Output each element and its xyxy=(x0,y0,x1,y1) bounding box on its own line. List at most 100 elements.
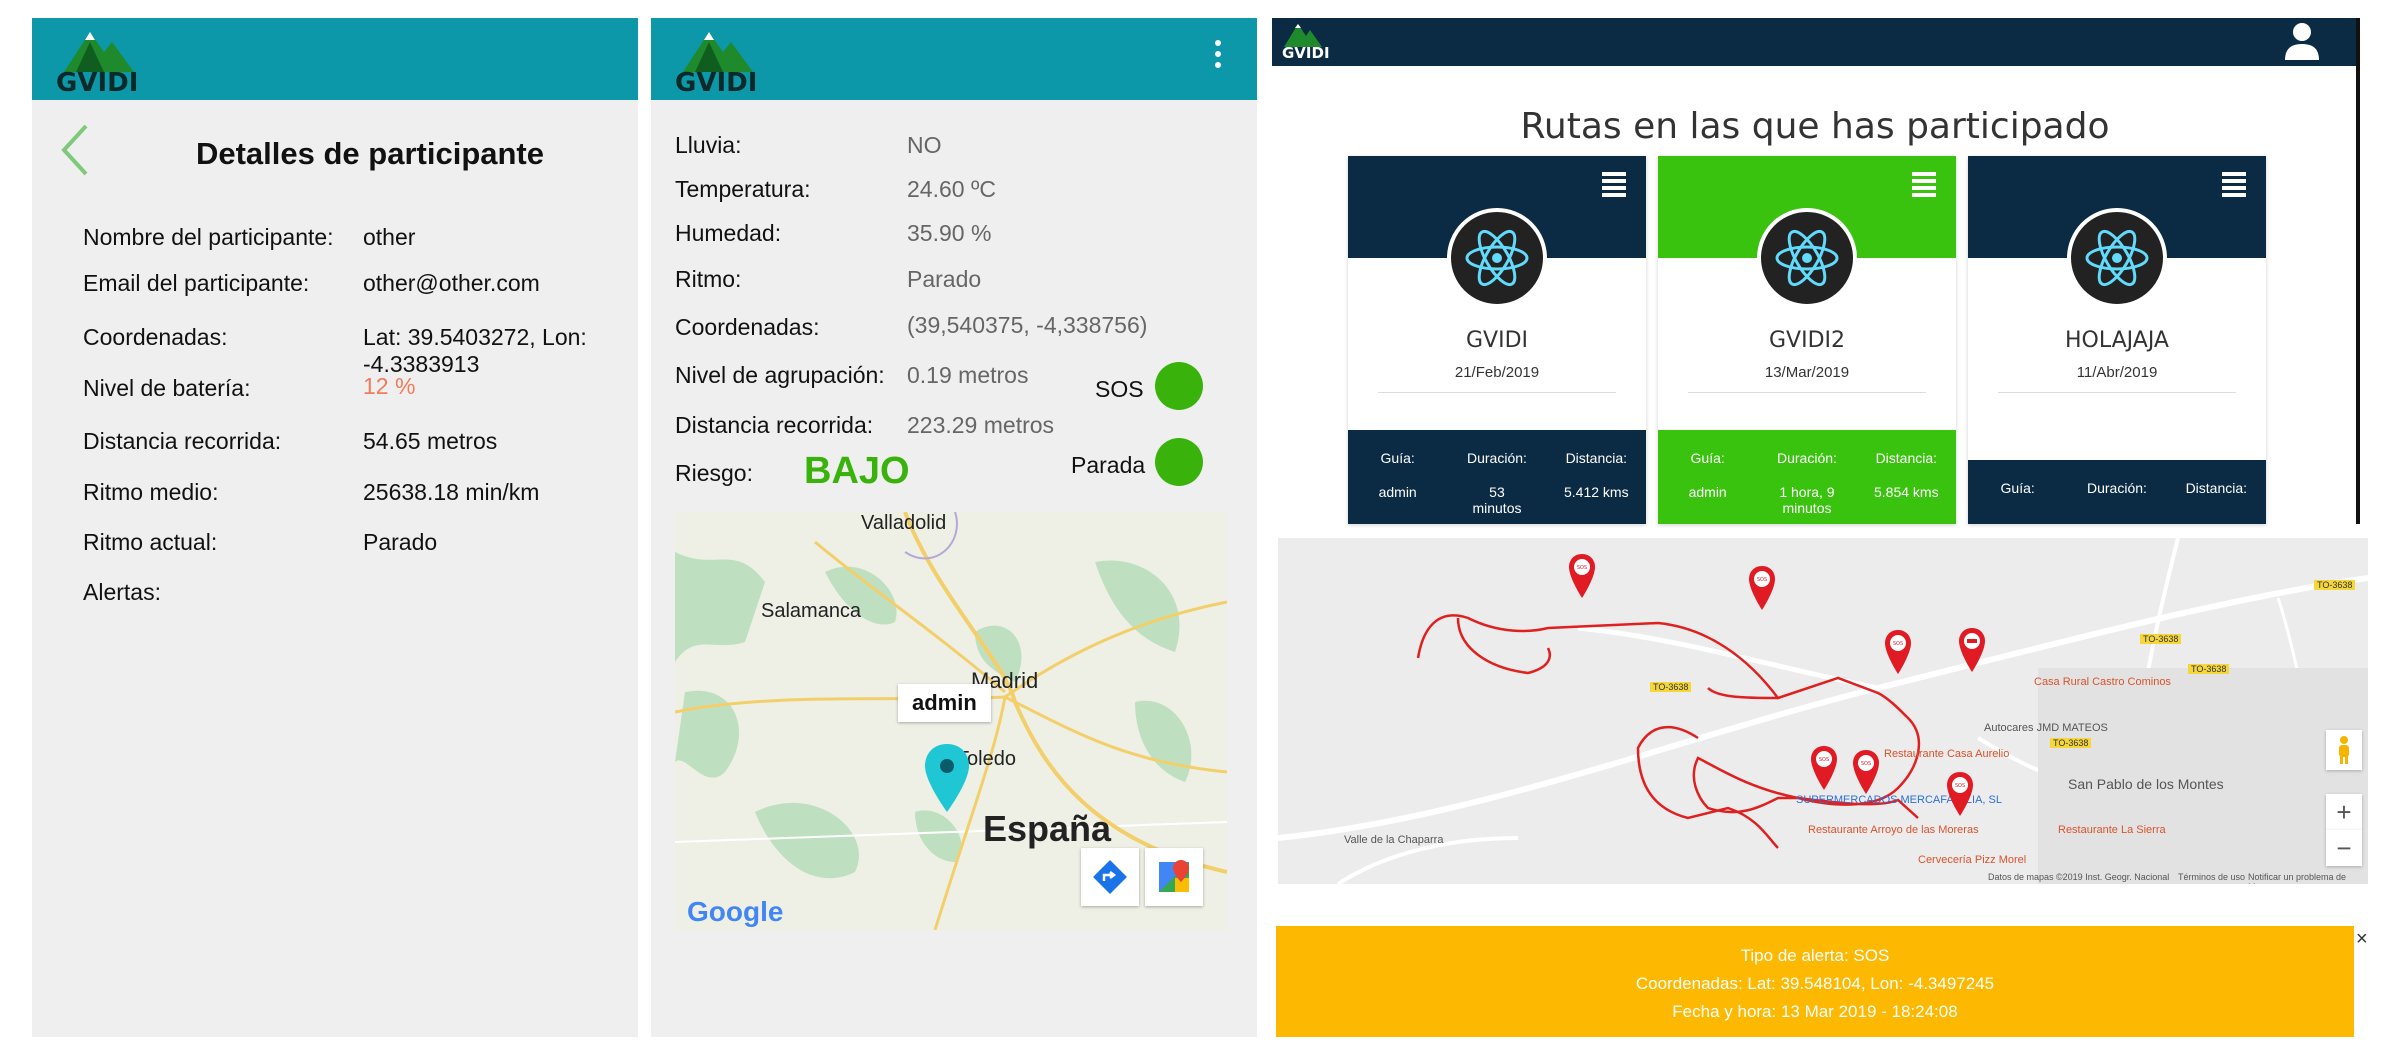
humidity-label: Humedad: xyxy=(675,220,782,246)
coords-label: Coordenadas: xyxy=(675,314,820,340)
name-value: other xyxy=(363,224,416,250)
page-title: Detalles de participante xyxy=(195,136,544,171)
rain-value: NO xyxy=(907,132,942,158)
route-card[interactable]: GVIDI 21/Feb/2019 Guía: Duración: Distan… xyxy=(1348,156,1646,524)
route-name: GVIDI2 xyxy=(1768,328,1845,353)
distance-label: Distancia: xyxy=(1875,450,1938,466)
hamburger-icon[interactable] xyxy=(2222,172,2246,198)
route-date: 13/Mar/2019 xyxy=(1764,364,1850,381)
mountain-icon xyxy=(683,32,753,72)
card-footer: Guía: Duración: Distancia: admin 53 minu… xyxy=(1348,430,1646,524)
react-logo-icon xyxy=(2067,208,2167,308)
kebab-menu-icon[interactable] xyxy=(1215,40,1223,76)
temp-label: Temperatura: xyxy=(675,176,811,202)
participant-details-screen: GVIDI Detalles de participante Nombre de… xyxy=(32,18,638,1037)
name-label: Nombre del participante: xyxy=(83,224,334,250)
distance-value: 5.412 kms xyxy=(1564,484,1629,500)
open-maps-button[interactable] xyxy=(1145,848,1203,906)
duration-line-2: minutos xyxy=(1782,500,1832,516)
gvidi-logo-small[interactable]: GVIDI xyxy=(1278,20,1338,64)
temp-value: 24.60 ºC xyxy=(907,176,996,202)
coords-label: Coordenadas: xyxy=(83,324,228,350)
alerts-label: Alertas: xyxy=(83,579,161,605)
web-dashboard: GVIDI Rutas en las que has participado G… xyxy=(1272,18,2372,1037)
user-icon[interactable] xyxy=(2282,20,2322,60)
risk-label: Riesgo: xyxy=(675,460,753,486)
road-label: TO-3638 xyxy=(2314,580,2356,590)
hamburger-icon[interactable] xyxy=(1602,172,1626,198)
directions-button[interactable] xyxy=(1081,848,1139,906)
coords-line-1: Lat: 39.5403272, Lon: xyxy=(363,324,587,350)
road-label: TO-3638 xyxy=(2050,738,2092,748)
distance-label: Distancia: xyxy=(2185,480,2248,496)
sos-pin-icon[interactable]: SOS xyxy=(1568,554,1596,600)
react-logo-icon xyxy=(1447,208,1547,308)
city-valladolid: Valladolid xyxy=(861,512,947,534)
distance-value: 223.29 metros xyxy=(907,412,1055,438)
route-date: 21/Feb/2019 xyxy=(1454,364,1540,381)
guide-label: Guía: xyxy=(1380,450,1415,466)
guide-value: admin xyxy=(1378,484,1417,500)
cur-pace-value: Parado xyxy=(363,529,438,555)
road-label: TO-3638 xyxy=(2140,634,2182,644)
window-edge xyxy=(2356,18,2360,524)
sos-pin-icon[interactable]: SOS xyxy=(1884,630,1912,676)
hamburger-icon[interactable] xyxy=(1912,172,1936,198)
app-header: GVIDI xyxy=(32,18,638,100)
close-icon[interactable]: × xyxy=(2356,928,2368,951)
route-card[interactable]: GVIDI2 13/Mar/2019 Guía: Duración: Dista… xyxy=(1658,156,1956,524)
city-salamanca: Salamanca xyxy=(761,600,862,622)
google-maps-icon xyxy=(1159,860,1189,892)
card-footer: Guía: Duración: Distancia: admin 1 hora,… xyxy=(1658,430,1956,524)
pin-label: SOS xyxy=(1819,757,1829,763)
gvidi-logo[interactable]: GVIDI xyxy=(675,24,785,98)
country-label: España xyxy=(983,808,1112,849)
pegman-icon[interactable] xyxy=(2326,730,2362,770)
cur-pace-label: Ritmo actual: xyxy=(83,529,218,555)
mountain-icon xyxy=(64,32,134,72)
route-map[interactable]: Valladolid Salamanca Madrid Toledo Españ… xyxy=(675,512,1227,930)
place-label: Autocares JMD MATEOS xyxy=(1984,722,2108,734)
page-title: Rutas en las que has participado xyxy=(1520,106,2110,147)
pace-value: Parado xyxy=(907,266,982,292)
sos-pin-icon[interactable]: SOS xyxy=(1748,566,1776,612)
place-label: Restaurante Casa Aurelio xyxy=(1884,748,2010,760)
sos-pin-icon[interactable]: SOS xyxy=(1946,772,1974,818)
alert-banner: Tipo de alerta: SOS Coordenadas: Lat: 39… xyxy=(1276,926,2354,1037)
divider xyxy=(1378,392,1616,393)
route-map[interactable]: Casa Rural Castro Cominos Autocares JMD … xyxy=(1278,538,2368,884)
route-status-screen: GVIDI Lluvia: NO Temperatura: 24.60 ºC H… xyxy=(651,18,1257,1037)
duration-label: Duración: xyxy=(1777,450,1837,466)
alert-datetime: Fecha y hora: 13 Mar 2019 - 18:24:08 xyxy=(1672,1002,1958,1021)
email-label: Email del participante: xyxy=(83,270,310,296)
duration-value: 1 hora, 9 minutos xyxy=(1757,484,1856,516)
sos-label: SOS xyxy=(1095,376,1144,402)
pin-label: SOS xyxy=(1861,761,1871,767)
road-label: TO-3638 xyxy=(2188,664,2230,674)
gvidi-logo[interactable]: GVIDI xyxy=(56,24,166,98)
battery-value: 12 % xyxy=(363,373,416,399)
pin-label: SOS xyxy=(1577,565,1587,571)
sos-indicator xyxy=(1155,362,1203,410)
stopped-label: Parada xyxy=(1071,452,1146,478)
sos-pin-icon[interactable]: SOS xyxy=(1852,750,1880,796)
map-pin-icon[interactable] xyxy=(923,744,971,814)
route-card[interactable]: HOLAJAJA 11/Abr/2019 Guía: Duración: Dis… xyxy=(1968,156,2266,524)
report-link[interactable]: Notificar un problema de Maps xyxy=(2248,872,2368,884)
terms-link[interactable]: Términos de uso xyxy=(2178,872,2245,882)
sos-pin-icon[interactable]: SOS xyxy=(1810,746,1838,792)
duration-value: 53 minutos xyxy=(1447,484,1546,516)
divider xyxy=(1998,392,2236,393)
zoom-in-icon[interactable]: + xyxy=(2326,794,2362,830)
guide-label: Guía: xyxy=(2000,480,2035,496)
pin-label: SOS xyxy=(1893,641,1903,647)
place-label: Restaurante La Sierra xyxy=(2058,824,2166,836)
google-text: Google xyxy=(687,896,784,927)
route-date: 11/Abr/2019 xyxy=(2076,364,2158,381)
route-name: HOLAJAJA xyxy=(2065,328,2169,353)
app-header: GVIDI xyxy=(651,18,1257,100)
zoom-out-icon[interactable]: − xyxy=(2326,830,2362,866)
humidity-value: 35.90 % xyxy=(907,220,992,246)
stop-pin-icon[interactable] xyxy=(1958,628,1986,674)
distance-value: 5.854 kms xyxy=(1874,484,1939,500)
